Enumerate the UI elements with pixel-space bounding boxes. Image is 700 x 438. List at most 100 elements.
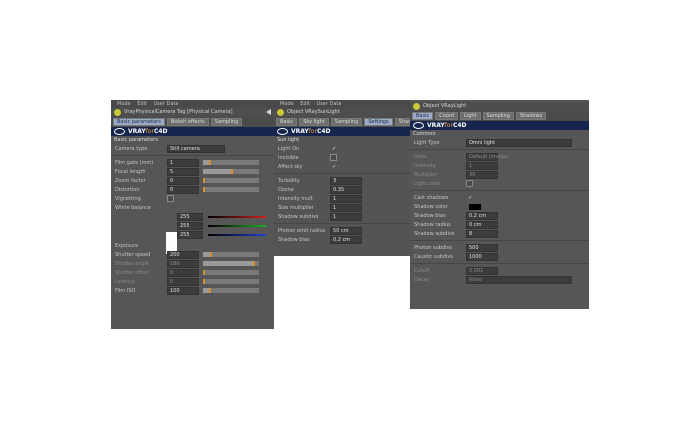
tab-light[interactable]: Light <box>460 112 481 120</box>
color-swatch[interactable] <box>466 180 473 187</box>
camera-type-select[interactable]: Still camera <box>167 144 225 153</box>
param-row: Focal length 5 <box>111 167 274 176</box>
tab-sampling[interactable]: Sampling <box>210 118 243 126</box>
camera-tabs: Basic parameters Bokeh effects Sampling <box>111 117 274 127</box>
checkbox-empty[interactable] <box>330 154 337 161</box>
param-field[interactable]: 1 <box>167 158 199 167</box>
sunlight-title: Object VRaySunLight <box>287 109 340 115</box>
shadow-color-swatch[interactable] <box>468 202 482 211</box>
field-label: Multiplier <box>414 171 438 178</box>
section-title: Basic parameters <box>114 137 158 143</box>
sunlight-title-bar: Object VRaySunLight <box>274 108 410 117</box>
field-input[interactable]: 1000 <box>466 252 498 261</box>
param-field[interactable]: 0 <box>167 176 199 185</box>
tab-settings[interactable]: Settings <box>364 118 393 126</box>
slider-knob[interactable] <box>209 252 212 257</box>
check-icon[interactable]: ✓ <box>332 146 336 152</box>
tab-bokeh-effects[interactable]: Bokeh effects <box>166 118 209 126</box>
wb-g-field[interactable]: 255 <box>177 221 203 230</box>
field-input[interactable]: 1 <box>330 212 362 221</box>
vignetting-checkbox[interactable] <box>167 195 174 202</box>
field-input[interactable]: 0.35 <box>330 185 362 194</box>
slider-knob[interactable] <box>203 279 205 284</box>
tab-sampling[interactable]: Sampling <box>330 118 363 126</box>
vraylight-attributes-panel: Object VRayLight Basic Coord Light Sampl… <box>410 100 589 309</box>
field-input[interactable]: 500 <box>466 243 498 252</box>
param-slider[interactable] <box>203 187 259 192</box>
menu-edit[interactable]: Edit <box>300 101 310 107</box>
tab-basic[interactable]: Basic <box>412 112 434 120</box>
field-row: Intensity 1 <box>410 161 589 170</box>
field-row: Shadow subdivs 1 <box>274 212 410 221</box>
shadow-bias-field[interactable]: 0.2 cm <box>330 235 362 244</box>
tab-sky-light[interactable]: Sky light <box>299 118 329 126</box>
param-slider[interactable] <box>203 270 259 275</box>
menu-mode[interactable]: Mode <box>280 101 294 107</box>
divider <box>410 190 589 191</box>
red-gradient-bar <box>208 215 266 218</box>
light-type-select[interactable]: Omni light <box>466 138 572 147</box>
field-input[interactable]: 0 cm <box>466 220 498 229</box>
field-input[interactable]: 1 <box>330 194 362 203</box>
field-input[interactable]: 1 <box>466 161 498 170</box>
param-field[interactable]: 100 <box>167 286 199 295</box>
param-slider[interactable] <box>203 279 259 284</box>
wb-b-field[interactable]: 255 <box>177 230 203 239</box>
field-input[interactable]: 3 <box>330 176 362 185</box>
back-arrow-icon[interactable] <box>266 109 271 115</box>
param-field[interactable]: 0 <box>167 185 199 194</box>
param-slider[interactable] <box>203 169 259 174</box>
cutoff-field[interactable]: 0.001 <box>466 266 498 275</box>
param-row: Film ISO 100 <box>111 286 274 295</box>
param-slider[interactable] <box>203 178 259 183</box>
light-object-icon <box>413 103 420 110</box>
param-field[interactable]: 0 <box>167 277 199 286</box>
field-input[interactable]: 8 <box>466 229 498 238</box>
param-field[interactable]: 180 <box>167 259 199 268</box>
vignetting-row: Vignetting <box>111 194 274 203</box>
camera-type-row: Camera type Still camera <box>111 144 274 153</box>
check-label: Light On <box>278 145 300 152</box>
check-row: Light On ✓ <box>274 144 410 153</box>
param-slider[interactable] <box>203 160 259 165</box>
shadow-bias-label: Shadow bias <box>278 236 310 243</box>
wb-r-field[interactable]: 255 <box>177 212 203 221</box>
param-field[interactable]: 5 <box>167 167 199 176</box>
field-input[interactable]: 30 <box>466 170 498 179</box>
field-input[interactable]: Default (image) <box>466 152 508 161</box>
photon-radius-field[interactable]: 50 cm <box>330 226 362 235</box>
decay-select[interactable]: None <box>466 275 572 284</box>
param-label: Film ISO <box>115 287 136 294</box>
menu-user-data[interactable]: User Data <box>154 101 179 107</box>
field-row: Size multiplier 1 <box>274 203 410 212</box>
cast-shadows-check-icon[interactable]: ✓ <box>468 195 472 201</box>
menu-edit[interactable]: Edit <box>137 101 147 107</box>
slider-knob[interactable] <box>203 178 205 183</box>
param-slider[interactable] <box>203 261 259 266</box>
tab-shadows[interactable]: Shadows <box>394 118 410 126</box>
param-field[interactable]: 0 <box>167 268 199 277</box>
decay-row: Decay None <box>410 275 589 284</box>
param-slider[interactable] <box>203 252 259 257</box>
slider-knob[interactable] <box>208 288 211 293</box>
field-input[interactable]: 1 <box>330 203 362 212</box>
slider-knob[interactable] <box>203 270 205 275</box>
tab-sampling[interactable]: Sampling <box>482 112 514 120</box>
tab-basic[interactable]: Basic <box>276 118 298 126</box>
slider-knob[interactable] <box>231 169 233 174</box>
field-input[interactable]: 0.2 cm <box>466 211 498 220</box>
check-label: Affect sky <box>278 163 303 170</box>
menu-user-data[interactable]: User Data <box>317 101 342 107</box>
slider-knob[interactable] <box>203 187 205 192</box>
tab-coord[interactable]: Coord <box>435 112 459 120</box>
param-slider[interactable] <box>203 288 259 293</box>
slider-knob[interactable] <box>208 160 211 165</box>
check-icon[interactable]: ✓ <box>332 164 336 170</box>
field-row: Caustic subdivs 1000 <box>410 252 589 261</box>
param-field[interactable]: 200 <box>167 250 199 259</box>
slider-knob[interactable] <box>253 261 256 266</box>
exposure-check-icon[interactable]: ✓ <box>169 243 173 249</box>
tab-shadows[interactable]: Shadows <box>515 112 547 120</box>
tab-basic-parameters[interactable]: Basic parameters <box>113 118 165 126</box>
menu-mode[interactable]: Mode <box>117 101 131 107</box>
